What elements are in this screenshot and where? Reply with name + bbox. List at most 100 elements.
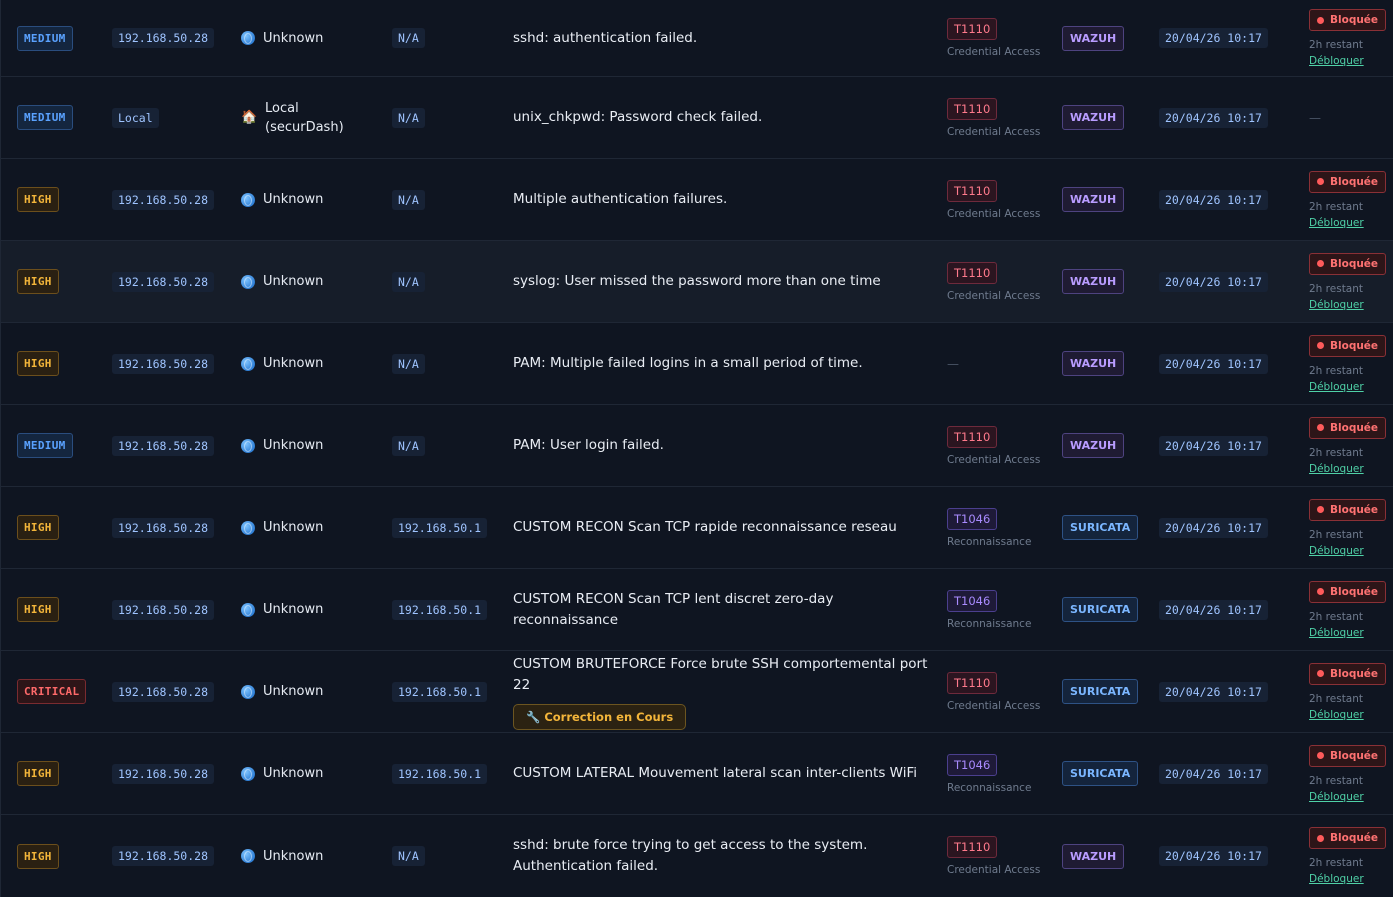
alert-description: PAM: User login failed. (513, 437, 664, 453)
status-dot-icon (1317, 424, 1324, 431)
alert-description: PAM: Multiple failed logins in a small p… (513, 355, 863, 371)
globe-icon (241, 274, 255, 289)
mitre-technique: T1046 Reconnaissance (947, 753, 1032, 794)
blocked-badge: Bloquée (1309, 580, 1387, 603)
unblock-link[interactable]: Débloquer (1309, 217, 1386, 229)
source-badge: SURICATA (1062, 597, 1139, 622)
table-row[interactable]: HIGH 192.168.50.28 Unknown N/A sshd: bru… (0, 815, 1393, 897)
alert-date: 20/04/26 10:17 (1159, 107, 1268, 128)
severity-badge: HIGH (17, 597, 59, 622)
destination-ip: N/A (392, 107, 425, 128)
blocked-badge: Bloquée (1309, 416, 1387, 439)
source-ip: 192.168.50.28 (112, 271, 215, 292)
source-ip: 192.168.50.28 (112, 681, 215, 702)
source-ip: 192.168.50.28 (112, 517, 215, 538)
severity-badge: MEDIUM (17, 105, 73, 130)
table-row[interactable]: MEDIUM Local 🏠 Local (securDash) N/A uni… (0, 77, 1393, 159)
mitre-technique: T1046 Reconnaissance (947, 589, 1031, 630)
location: Unknown (241, 29, 323, 48)
unblock-link[interactable]: Débloquer (1309, 55, 1386, 67)
location-label: Unknown (263, 520, 324, 535)
unblock-link[interactable]: Débloquer (1309, 463, 1386, 475)
alert-description: Multiple authentication failures. (513, 191, 728, 207)
location-label: Unknown (263, 684, 324, 699)
location: Unknown (241, 682, 323, 701)
location: Unknown (241, 354, 323, 373)
mitre-technique: T1110 Credential Access (947, 97, 1040, 138)
status-dot-icon (1317, 16, 1324, 24)
remaining-time: 2h restant (1309, 610, 1364, 623)
location-label: Unknown (263, 356, 324, 371)
globe-icon (241, 602, 255, 617)
alerts-table: MEDIUM 192.168.50.28 Unknown N/A sshd: a… (0, 0, 1393, 897)
source-badge: SURICATA (1062, 515, 1139, 540)
unblock-link[interactable]: Débloquer (1309, 873, 1386, 885)
table-row[interactable]: HIGH 192.168.50.28 Unknown N/A syslog: U… (0, 241, 1393, 323)
table-row[interactable]: CRITICAL 192.168.50.28 Unknown 192.168.5… (0, 651, 1393, 733)
unblock-link[interactable]: Débloquer (1309, 627, 1386, 639)
alert-date: 20/04/26 10:17 (1159, 271, 1268, 292)
mitre-technique: T1110 Credential Access (947, 836, 1040, 876)
technique-id: T1110 (947, 671, 998, 694)
globe-icon (241, 356, 255, 371)
source-ip: Local (112, 107, 159, 128)
technique-name: Credential Access (947, 289, 1041, 302)
blocked-label: Bloquée (1330, 339, 1379, 352)
blocked-badge: Bloquée (1309, 662, 1387, 685)
globe-icon (241, 31, 255, 45)
source-badge: WAZUH (1062, 187, 1125, 212)
location: Unknown (241, 764, 323, 783)
alert-date: 20/04/26 10:17 (1159, 517, 1268, 538)
table-row[interactable]: MEDIUM 192.168.50.28 Unknown N/A PAM: Us… (0, 405, 1393, 487)
destination-ip: N/A (392, 353, 425, 374)
severity-badge: HIGH (17, 843, 59, 869)
destination-ip: N/A (392, 189, 425, 210)
table-row[interactable]: MEDIUM 192.168.50.28 Unknown N/A sshd: a… (0, 0, 1393, 77)
alert-description: CUSTOM RECON Scan TCP lent discret zero-… (513, 590, 834, 628)
alert-description: unix_chkpwd: Password check failed. (513, 109, 763, 125)
empty-technique: — (947, 356, 959, 371)
table-row[interactable]: HIGH 192.168.50.28 Unknown 192.168.50.1 … (0, 487, 1393, 569)
house-icon: 🏠 (241, 110, 258, 125)
technique-id: T1046 (947, 507, 998, 530)
status-dot-icon (1317, 670, 1324, 677)
technique-name: Credential Access (947, 46, 1041, 58)
unblock-link[interactable]: Débloquer (1309, 545, 1386, 557)
table-row[interactable]: HIGH 192.168.50.28 Unknown 192.168.50.1 … (0, 733, 1393, 815)
blocked-label: Bloquée (1330, 832, 1379, 844)
technique-id: T1046 (947, 589, 998, 612)
mitre-technique: T1110 Credential Access (947, 179, 1041, 220)
globe-icon (241, 849, 255, 863)
source-badge: WAZUH (1062, 433, 1125, 458)
location-label: Unknown (263, 848, 324, 864)
unblock-link[interactable]: Débloquer (1309, 709, 1386, 721)
technique-name: Credential Access (947, 207, 1041, 220)
location: Unknown (241, 518, 323, 537)
alert-date: 20/04/26 10:17 (1159, 28, 1268, 48)
block-status: Bloquée 2h restant Débloquer (1309, 334, 1387, 393)
block-status: Bloquée 2h restant Débloquer (1309, 827, 1387, 885)
block-status: Bloquée 2h restant Débloquer (1309, 580, 1387, 639)
technique-id: T1046 (947, 753, 998, 776)
source-ip: 192.168.50.28 (112, 189, 215, 210)
location: 🏠 Local (securDash) (241, 99, 345, 137)
block-status: Bloquée 2h restant Débloquer (1309, 498, 1387, 557)
unblock-link[interactable]: Débloquer (1309, 791, 1386, 803)
blocked-label: Bloquée (1330, 585, 1379, 598)
alert-date: 20/04/26 10:17 (1159, 763, 1268, 784)
source-badge: WAZUH (1062, 269, 1125, 294)
source-ip: 192.168.50.28 (112, 28, 215, 48)
table-row[interactable]: HIGH 192.168.50.28 Unknown 192.168.50.1 … (0, 569, 1393, 651)
unblock-link[interactable]: Débloquer (1309, 381, 1386, 393)
table-row[interactable]: HIGH 192.168.50.28 Unknown N/A PAM: Mult… (0, 323, 1393, 405)
unblock-link[interactable]: Débloquer (1309, 299, 1386, 311)
technique-name: Reconnaissance (947, 781, 1032, 794)
severity-badge: HIGH (17, 351, 59, 376)
mitre-technique: T1110 Credential Access (947, 425, 1040, 466)
status-dot-icon (1317, 752, 1324, 759)
empty-action: — (1309, 110, 1321, 125)
technique-name: Credential Access (947, 699, 1041, 712)
alert-date: 20/04/26 10:17 (1159, 189, 1268, 210)
table-row[interactable]: HIGH 192.168.50.28 Unknown N/A Multiple … (0, 159, 1393, 241)
blocked-label: Bloquée (1330, 175, 1379, 188)
